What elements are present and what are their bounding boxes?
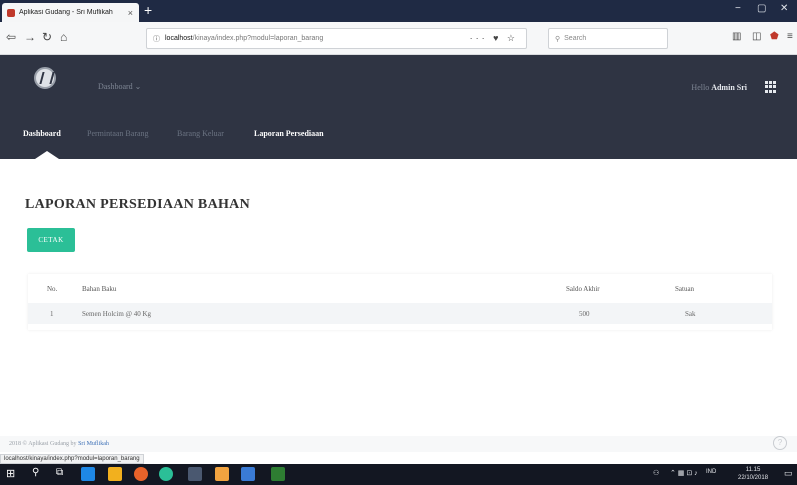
dashboard-dropdown-label: Dashboard — [98, 82, 133, 91]
windows-start-icon[interactable]: ⊞ — [6, 467, 20, 481]
app-icon[interactable] — [188, 467, 202, 481]
people-icon[interactable]: ⚇ — [653, 469, 659, 477]
browser-tab[interactable]: Aplikasi Gudang - Sri Muflikah × — [2, 3, 139, 22]
menu-icon[interactable]: ≡ — [787, 31, 793, 42]
menu-item-permintaan-barang[interactable]: Permintaan Barang — [87, 129, 149, 138]
notepad-icon[interactable] — [241, 467, 255, 481]
url-host: localhost — [165, 35, 193, 42]
browser-search-input[interactable]: ⚲ Search — [548, 28, 668, 49]
footer-text: 2018 © Aplikasi Gudang by — [9, 441, 77, 447]
search-placeholder: Search — [564, 35, 587, 42]
home-icon[interactable]: ⌂ — [60, 30, 67, 44]
footer-author-link[interactable]: Sri Muflikah — [78, 441, 109, 447]
close-window-button[interactable]: ✕ — [780, 3, 788, 14]
info-icon[interactable]: ⓘ — [153, 34, 160, 44]
cell-saldo-akhir: 500 — [579, 310, 590, 318]
xampp-icon[interactable] — [215, 467, 229, 481]
menu-item-laporan-persediaan[interactable]: Laporan Persediaan — [254, 129, 324, 138]
clock[interactable]: 11.15 22/10/2018 — [738, 466, 768, 482]
url-path: /kinaya/index.php?modul=laporan_barang — [192, 35, 324, 42]
hello-label: Hello — [691, 83, 710, 92]
status-bar-url: localhost/kinaya/index.php?modul=laporan… — [0, 454, 144, 464]
main-menu: Dashboard Permintaan Barang Barang Kelua… — [0, 129, 797, 151]
print-button[interactable]: CETAK — [27, 228, 75, 252]
app-logo-icon[interactable] — [34, 67, 56, 89]
page-actions-icon[interactable]: ··· ♥ ☆ — [470, 33, 518, 44]
favicon-icon — [7, 8, 15, 17]
file-explorer-icon[interactable] — [108, 467, 122, 481]
menu-item-dashboard[interactable]: Dashboard — [23, 129, 61, 138]
search-icon[interactable]: ⚲ — [32, 467, 46, 481]
forward-icon[interactable]: → — [24, 30, 36, 44]
maximize-button[interactable]: ▢ — [757, 3, 766, 14]
cell-bahan-baku: Semen Holcim @ 40 Kg — [82, 310, 152, 318]
address-bar[interactable]: ⓘ localhost/kinaya/index.php?modul=lapor… — [146, 28, 527, 49]
minimize-button[interactable]: − — [735, 3, 741, 14]
apps-grid-icon[interactable] — [765, 81, 777, 93]
firefox-icon[interactable] — [134, 467, 148, 481]
tab-title: Aplikasi Gudang - Sri Muflikah — [19, 9, 113, 16]
column-header-saldo-akhir: Saldo Akhir — [566, 285, 600, 293]
new-tab-button[interactable]: + — [144, 2, 152, 18]
sidebar-icon[interactable]: ◫ — [752, 31, 761, 42]
page-title: LAPORAN PERSEDIAAN BAHAN — [25, 197, 250, 212]
user-greeting[interactable]: Hello Admin Sri — [691, 83, 747, 92]
tab-close-button[interactable]: × — [128, 8, 139, 18]
edge-icon[interactable] — [81, 467, 95, 481]
column-header-no: No. — [47, 285, 58, 293]
task-view-icon[interactable]: ⧉ — [56, 467, 70, 481]
footer-band — [0, 436, 797, 452]
active-menu-caret — [35, 151, 59, 159]
language-indicator[interactable]: IND — [706, 469, 716, 475]
chrome-icon[interactable] — [159, 467, 173, 481]
cell-satuan: Sak — [685, 310, 696, 318]
report-table: No. Bahan Baku Saldo Akhir Satuan 1 Seme… — [28, 274, 772, 330]
search-icon: ⚲ — [555, 35, 561, 43]
app-header: Dashboard ⌄ Hello Admin Sri Dashboard Pe… — [0, 55, 797, 159]
clock-date: 22/10/2018 — [738, 475, 769, 481]
taskbar: ⊞ ⚲ ⧉ ⚇ ⌃ ▦ ⊡ ♪ IND 11.15 22/10/2018 ▭ — [0, 464, 797, 485]
menu-item-barang-keluar[interactable]: Barang Keluar — [177, 129, 224, 138]
library-icon[interactable]: ▥ — [732, 31, 741, 42]
cell-no: 1 — [50, 310, 54, 318]
chevron-down-icon: ⌄ — [134, 82, 142, 91]
table-row: 1 Semen Holcim @ 40 Kg 500 Sak — [28, 303, 772, 324]
help-icon[interactable]: ? — [773, 436, 787, 450]
notification-icon[interactable]: ▭ — [784, 468, 793, 479]
footer: 2018 © Aplikasi Gudang by Sri Muflikah — [9, 441, 109, 447]
browser-tab-bar: Aplikasi Gudang - Sri Muflikah × + − ▢ ✕ — [0, 0, 797, 22]
reload-icon[interactable]: ↻ — [42, 30, 52, 44]
column-header-satuan: Satuan — [675, 285, 695, 293]
browser-navigation-bar: ⇦ → ↻ ⌂ ⓘ localhost/kinaya/index.php?mod… — [0, 22, 797, 55]
column-header-bahan-baku: Bahan Baku — [82, 285, 117, 293]
dashboard-dropdown[interactable]: Dashboard ⌄ — [98, 82, 141, 91]
shield-icon[interactable]: ⬟ — [770, 31, 779, 42]
username: Admin Sri — [711, 83, 747, 92]
tray-icons[interactable]: ⌃ ▦ ⊡ ♪ — [670, 469, 698, 477]
excel-icon[interactable] — [271, 467, 285, 481]
clock-time: 11.15 — [745, 467, 761, 473]
back-icon[interactable]: ⇦ — [6, 30, 16, 44]
